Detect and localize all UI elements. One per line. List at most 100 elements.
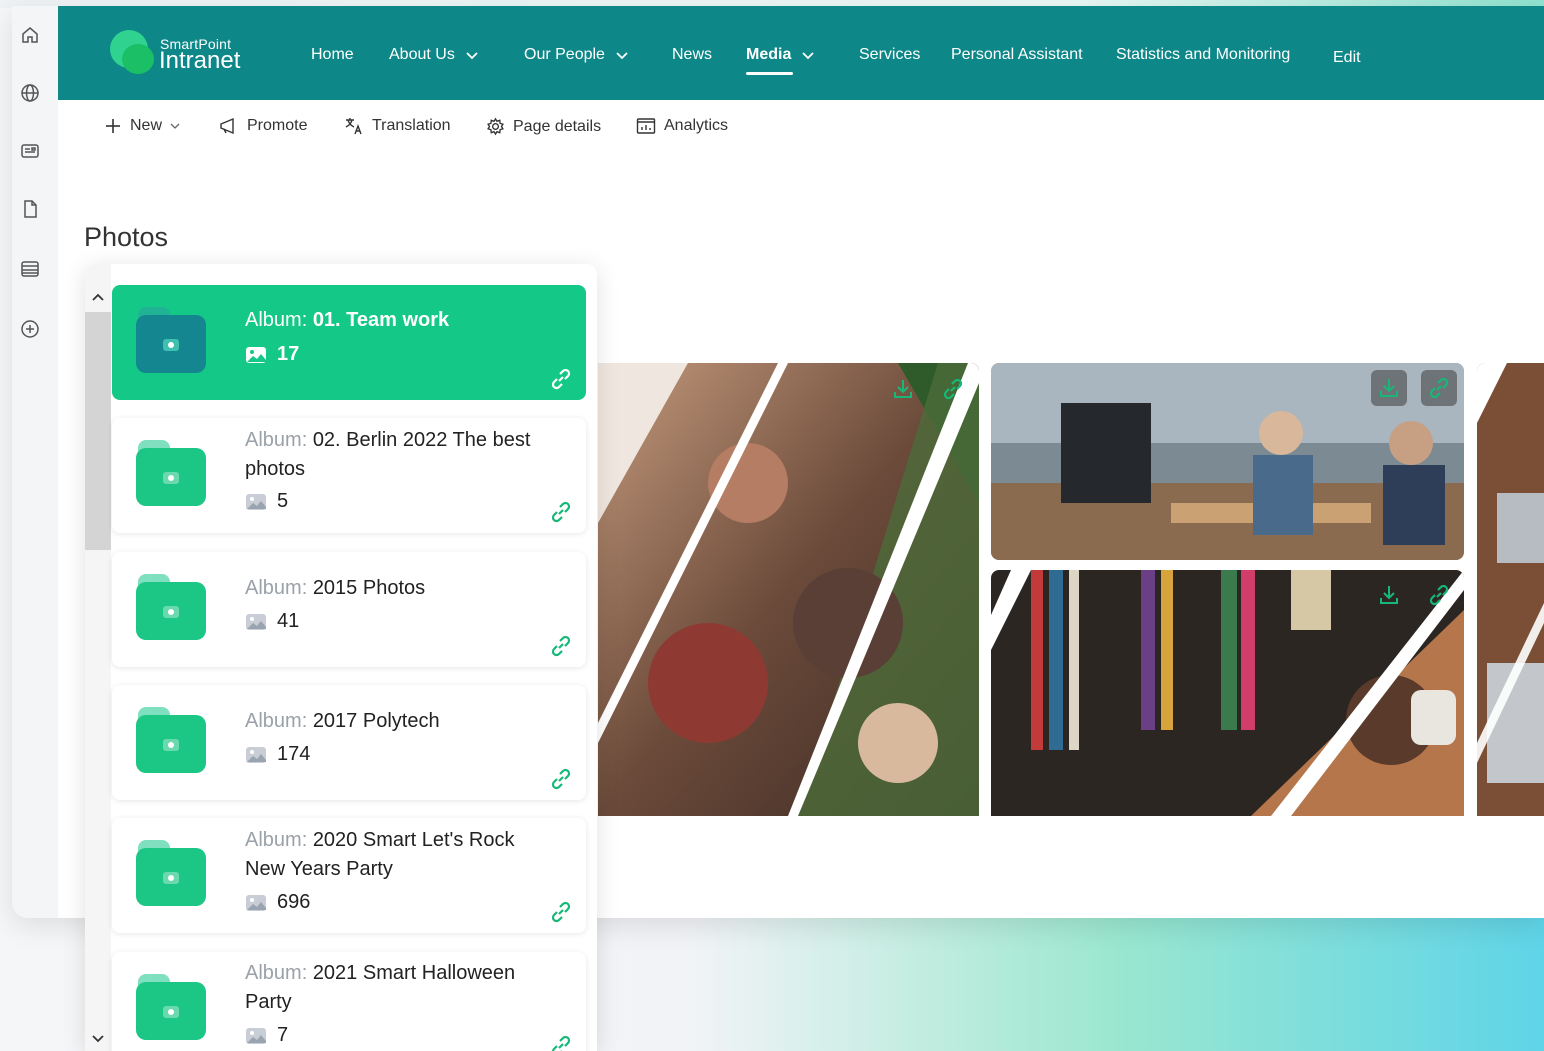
album-card[interactable]: Album: 2020 Smart Let's Rock New Years P… xyxy=(112,818,586,933)
image-icon xyxy=(246,346,266,363)
promote-button[interactable]: Promote xyxy=(219,117,307,135)
link-icon[interactable] xyxy=(1421,577,1457,613)
page-details-label: Page details xyxy=(513,117,602,135)
gallery-photo-library[interactable] xyxy=(991,570,1464,816)
nav-active-indicator xyxy=(746,72,793,75)
analytics-button[interactable]: Analytics xyxy=(636,117,728,135)
album-title: Album: 2015 Photos xyxy=(245,574,545,603)
section-title: Photos xyxy=(84,222,169,252)
document-icon[interactable] xyxy=(19,198,41,220)
album-title: Album: 2017 Polytech xyxy=(245,707,545,736)
album-prefix: Album: xyxy=(245,429,308,451)
photo-count-value: 174 xyxy=(277,743,311,765)
download-icon[interactable] xyxy=(1371,370,1407,406)
image-icon xyxy=(246,746,266,763)
link-icon[interactable] xyxy=(548,366,574,392)
logo-text-big: Intranet xyxy=(159,47,241,74)
edit-label: Edit xyxy=(1333,49,1361,66)
page-details-button[interactable]: Page details xyxy=(486,117,601,136)
new-button[interactable]: New xyxy=(104,117,180,135)
folder-camera-icon xyxy=(136,574,208,640)
download-icon[interactable] xyxy=(885,371,921,407)
gallery-photo-office[interactable] xyxy=(991,363,1464,560)
promote-label: Promote xyxy=(247,117,308,134)
edit-link[interactable]: Edit xyxy=(1333,49,1361,67)
photo-count-value: 7 xyxy=(277,1024,289,1046)
scroll-down-icon[interactable] xyxy=(89,1030,107,1048)
image-icon xyxy=(246,1027,266,1044)
logo-mark-inner xyxy=(122,44,154,74)
chevron-down-icon xyxy=(802,52,814,60)
site-logo[interactable]: SmartPoint Intranet xyxy=(110,28,260,80)
album-card[interactable]: Album: 2017 Polytech 174 xyxy=(112,685,586,800)
folder-camera-icon xyxy=(136,974,208,1040)
chevron-down-icon xyxy=(170,123,180,129)
album-title: Album: 2020 Smart Let's Rock New Years P… xyxy=(245,826,545,884)
nav-our-people[interactable]: Our People xyxy=(524,46,629,64)
album-panel: Album: 01. Team work 17 Album: 02. Berli… xyxy=(85,264,597,1051)
link-icon[interactable] xyxy=(548,633,574,659)
image-icon xyxy=(246,613,266,630)
megaphone-icon xyxy=(220,117,234,135)
gallery-photo-laptop[interactable] xyxy=(1477,363,1544,816)
gallery-photo-team[interactable] xyxy=(598,363,979,816)
chevron-down-icon xyxy=(616,52,628,60)
album-title: Album: 01. Team work xyxy=(245,306,545,335)
album-card[interactable]: Album: 01. Team work 17 xyxy=(112,285,586,400)
album-prefix: Album: xyxy=(245,962,308,984)
photo-count-value: 5 xyxy=(277,490,289,512)
photo-count: 696 xyxy=(245,891,310,914)
album-card[interactable]: Album: 02. Berlin 2022 The best photos 5 xyxy=(112,418,586,533)
folder-camera-icon xyxy=(136,840,208,906)
photo-count: 7 xyxy=(245,1024,288,1047)
translation-label: Translation xyxy=(372,117,451,134)
globe-icon[interactable] xyxy=(19,82,41,104)
add-circle-icon[interactable] xyxy=(19,318,41,340)
link-icon[interactable] xyxy=(548,1033,574,1051)
scrollbar-thumb[interactable] xyxy=(85,312,111,550)
album-card[interactable]: Album: 2021 Smart Halloween Party 7 xyxy=(112,952,586,1051)
link-icon[interactable] xyxy=(1421,370,1457,406)
translate-icon xyxy=(345,118,362,135)
photo-count-value: 41 xyxy=(277,610,300,632)
download-icon[interactable] xyxy=(1371,577,1407,613)
album-prefix: Album: xyxy=(245,309,308,331)
folder-camera-icon xyxy=(136,307,208,373)
command-bar: New Promote Translation Page details Ana… xyxy=(58,100,1544,156)
chevron-down-icon xyxy=(466,52,478,60)
nav-about-label: About Us xyxy=(389,46,455,63)
folder-camera-icon xyxy=(136,707,208,773)
nav-people-label: Our People xyxy=(524,46,605,63)
nav-home[interactable]: Home xyxy=(311,46,354,64)
link-icon[interactable] xyxy=(548,499,574,525)
home-icon[interactable] xyxy=(19,24,41,46)
nav-services[interactable]: Services xyxy=(859,46,920,64)
link-icon[interactable] xyxy=(548,899,574,925)
new-label: New xyxy=(130,117,163,134)
nav-stats-label: Statistics and Monitoring xyxy=(1116,46,1291,63)
album-title: Album: 2021 Smart Halloween Party xyxy=(245,959,545,1017)
nav-personal-assistant[interactable]: Personal Assistant xyxy=(951,46,1083,64)
translation-button[interactable]: Translation xyxy=(344,117,451,135)
news-icon[interactable] xyxy=(19,140,41,162)
link-icon[interactable] xyxy=(935,371,971,407)
album-title: Album: 02. Berlin 2022 The best photos xyxy=(245,426,545,484)
photo-count: 5 xyxy=(245,490,288,513)
nav-media-label: Media xyxy=(746,46,792,63)
album-prefix: Album: xyxy=(245,710,308,732)
photo-count-value: 17 xyxy=(277,343,300,365)
list-icon[interactable] xyxy=(19,258,41,280)
album-name: 01. Team work xyxy=(312,309,450,331)
album-name: 2017 Polytech xyxy=(312,710,440,732)
plus-icon xyxy=(106,119,120,133)
scroll-up-icon[interactable] xyxy=(89,288,107,306)
link-icon[interactable] xyxy=(548,766,574,792)
album-prefix: Album: xyxy=(245,577,308,599)
nav-media[interactable]: Media xyxy=(746,46,815,64)
nav-news[interactable]: News xyxy=(672,46,712,64)
nav-statistics-monitoring[interactable]: Statistics and Monitoring xyxy=(1116,46,1290,64)
nav-about-us[interactable]: About Us xyxy=(389,46,479,64)
album-card[interactable]: Album: 2015 Photos 41 xyxy=(112,552,586,667)
image-icon xyxy=(246,493,266,510)
photo-count: 17 xyxy=(245,343,299,366)
